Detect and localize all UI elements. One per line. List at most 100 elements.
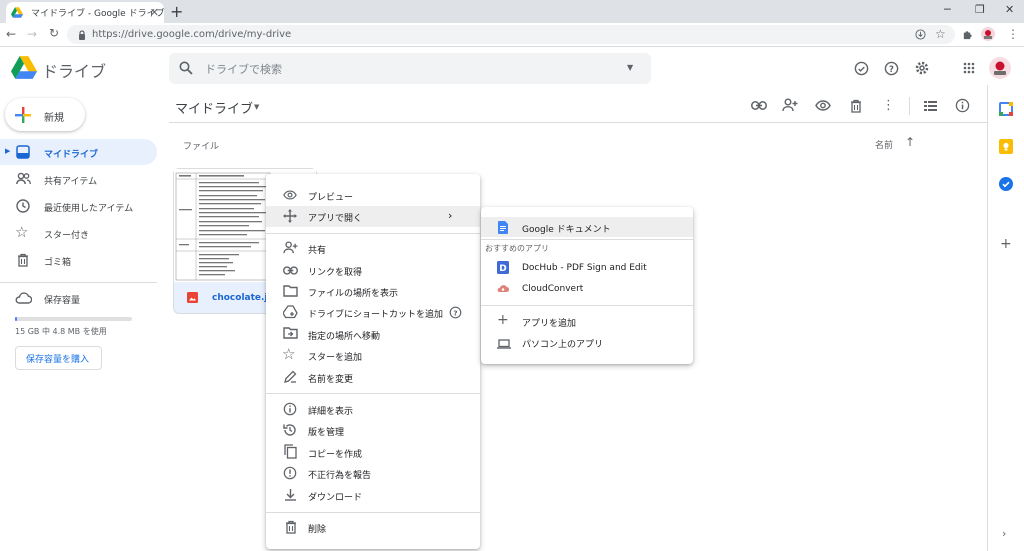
suggested-apps-heading: おすすめのアプリ: [485, 244, 549, 253]
keep-icon[interactable]: [999, 139, 1013, 154]
storage-usage-text: 15 GB 中 4.8 MB を使用: [15, 327, 107, 336]
expand-caret-icon[interactable]: ▶: [5, 147, 10, 155]
menu-item-rename[interactable]: 名前を変更: [308, 372, 353, 385]
sidebar-item-recent[interactable]: 最近使用したアイテム: [44, 201, 133, 214]
menu-item-download[interactable]: ダウンロード: [308, 490, 362, 503]
menu-item-show-location[interactable]: ファイルの場所を表示: [308, 286, 398, 299]
menu-item-versions[interactable]: 版を管理: [308, 425, 344, 438]
shortcut-icon: [283, 305, 298, 319]
tasks-icon[interactable]: [999, 177, 1013, 191]
dochub-icon: D: [497, 261, 509, 274]
storage-usage-bar: [15, 317, 132, 321]
context-menu: [266, 174, 480, 549]
sidebar-item-trash[interactable]: ゴミ箱: [44, 255, 71, 268]
menu-item-report[interactable]: 不正行為を報告: [308, 468, 371, 481]
menu-item-move[interactable]: 指定の場所へ移動: [308, 329, 380, 342]
bookmark-star-icon[interactable]: ☆: [935, 27, 946, 41]
cloudconvert-icon: [497, 284, 509, 293]
drive-logo-icon[interactable]: [11, 56, 37, 79]
maximize-icon[interactable]: ❐: [975, 3, 985, 16]
expand-panel-chevron-icon[interactable]: ›: [1002, 527, 1006, 540]
lock-icon: [78, 30, 86, 40]
download-icon: [284, 488, 297, 501]
close-window-icon[interactable]: ✕: [1005, 3, 1014, 16]
menu-item-add-shortcut[interactable]: ドライブにショートカットを追加: [308, 307, 443, 320]
google-docs-icon: [498, 221, 508, 234]
person-add-icon: [283, 241, 298, 254]
apps-grid-icon[interactable]: [963, 62, 975, 74]
submenu-item-dochub[interactable]: DocHub - PDF Sign and Edit: [522, 263, 647, 273]
sidebar-item-starred[interactable]: スター付き: [44, 228, 89, 241]
menu-item-delete[interactable]: 削除: [308, 522, 326, 535]
menu-item-details[interactable]: 詳細を表示: [308, 404, 353, 417]
title-dropdown-icon[interactable]: ▼: [254, 103, 259, 111]
laptop-icon: [497, 339, 511, 349]
files-section-heading: ファイル: [183, 142, 220, 152]
settings-gear-icon[interactable]: [914, 60, 930, 76]
details-info-icon[interactable]: [955, 98, 970, 113]
move-icon: [283, 209, 297, 223]
menu-separator: [266, 512, 480, 513]
menu-separator: [266, 233, 480, 234]
profile-avatar-icon[interactable]: [981, 27, 995, 41]
new-button-label: 新規: [44, 113, 64, 124]
side-panel-spacer: [1012, 249, 1024, 250]
extensions-icon[interactable]: [962, 29, 973, 40]
preview-eye-icon[interactable]: [815, 100, 831, 111]
browser-tab[interactable]: マイドライブ - Google ドライブ ✕: [6, 2, 165, 23]
url-text: https://drive.google.com/drive/my-drive: [92, 29, 292, 40]
calendar-icon[interactable]: [999, 102, 1013, 116]
star-icon: ☆: [282, 345, 296, 363]
menu-item-get-link[interactable]: リンクを取得: [308, 265, 362, 278]
help-icon[interactable]: ?: [884, 61, 899, 76]
submenu-chevron-icon: ›: [448, 209, 453, 222]
list-view-icon[interactable]: [924, 101, 937, 111]
back-icon[interactable]: ←: [6, 27, 16, 41]
sidebar-item-shared[interactable]: 共有アイテム: [44, 174, 97, 187]
tab-close-icon[interactable]: ✕: [150, 6, 159, 19]
star-icon: ☆: [15, 223, 29, 241]
storage-usage-fill: [15, 317, 17, 321]
submenu-item-cloudconvert[interactable]: CloudConvert: [522, 284, 583, 294]
image-file-icon: [187, 292, 198, 303]
search-input[interactable]: ドライブで検索: [205, 61, 282, 77]
add-addon-plus-icon[interactable]: +: [1000, 236, 1012, 252]
svg-text:?: ?: [889, 64, 894, 74]
svg-text:D: D: [499, 264, 506, 274]
header-divider: [169, 122, 987, 123]
menu-item-add-star[interactable]: スターを追加: [308, 350, 362, 363]
eye-icon: [283, 190, 297, 200]
sort-by-name[interactable]: 名前: [875, 138, 893, 151]
share-person-add-icon[interactable]: [782, 98, 798, 112]
more-actions-icon[interactable]: ⋮: [882, 98, 895, 113]
chrome-menu-icon[interactable]: ⋮: [1007, 27, 1019, 41]
link-icon[interactable]: [751, 101, 767, 110]
report-icon: [283, 466, 297, 480]
new-tab-icon[interactable]: +: [170, 2, 183, 21]
menu-item-copy[interactable]: コピーを作成: [308, 447, 362, 460]
account-avatar-icon[interactable]: [989, 57, 1011, 79]
offline-status-icon[interactable]: [854, 61, 869, 76]
trash-icon: [285, 520, 297, 534]
install-app-icon[interactable]: [915, 29, 926, 40]
submenu-item-computer-apps[interactable]: パソコン上のアプリ: [522, 337, 603, 350]
drive-icon: [16, 145, 30, 159]
sort-arrow-up-icon[interactable]: ↑: [905, 135, 915, 149]
search-options-icon[interactable]: ▼: [627, 63, 633, 72]
delete-trash-icon[interactable]: [850, 99, 862, 113]
svg-text:?: ?: [453, 308, 457, 317]
folder-move-icon: [283, 327, 298, 339]
menu-item-preview[interactable]: [266, 184, 480, 205]
storage-label[interactable]: 保存容量: [44, 293, 80, 306]
cloud-icon: [15, 292, 32, 304]
menu-item-share[interactable]: 共有: [308, 243, 326, 256]
minimize-icon[interactable]: ─: [944, 3, 951, 16]
sidebar-item-label: マイドライブ: [44, 150, 99, 160]
drive-favicon-icon: [11, 7, 23, 18]
forward-icon[interactable]: →: [27, 27, 37, 41]
search-icon[interactable]: [179, 61, 193, 75]
submenu-item-add-app[interactable]: アプリを追加: [522, 316, 576, 329]
help-icon[interactable]: ?: [449, 306, 462, 319]
page-title[interactable]: マイドライブ: [175, 98, 253, 117]
reload-icon[interactable]: ↻: [49, 26, 59, 40]
